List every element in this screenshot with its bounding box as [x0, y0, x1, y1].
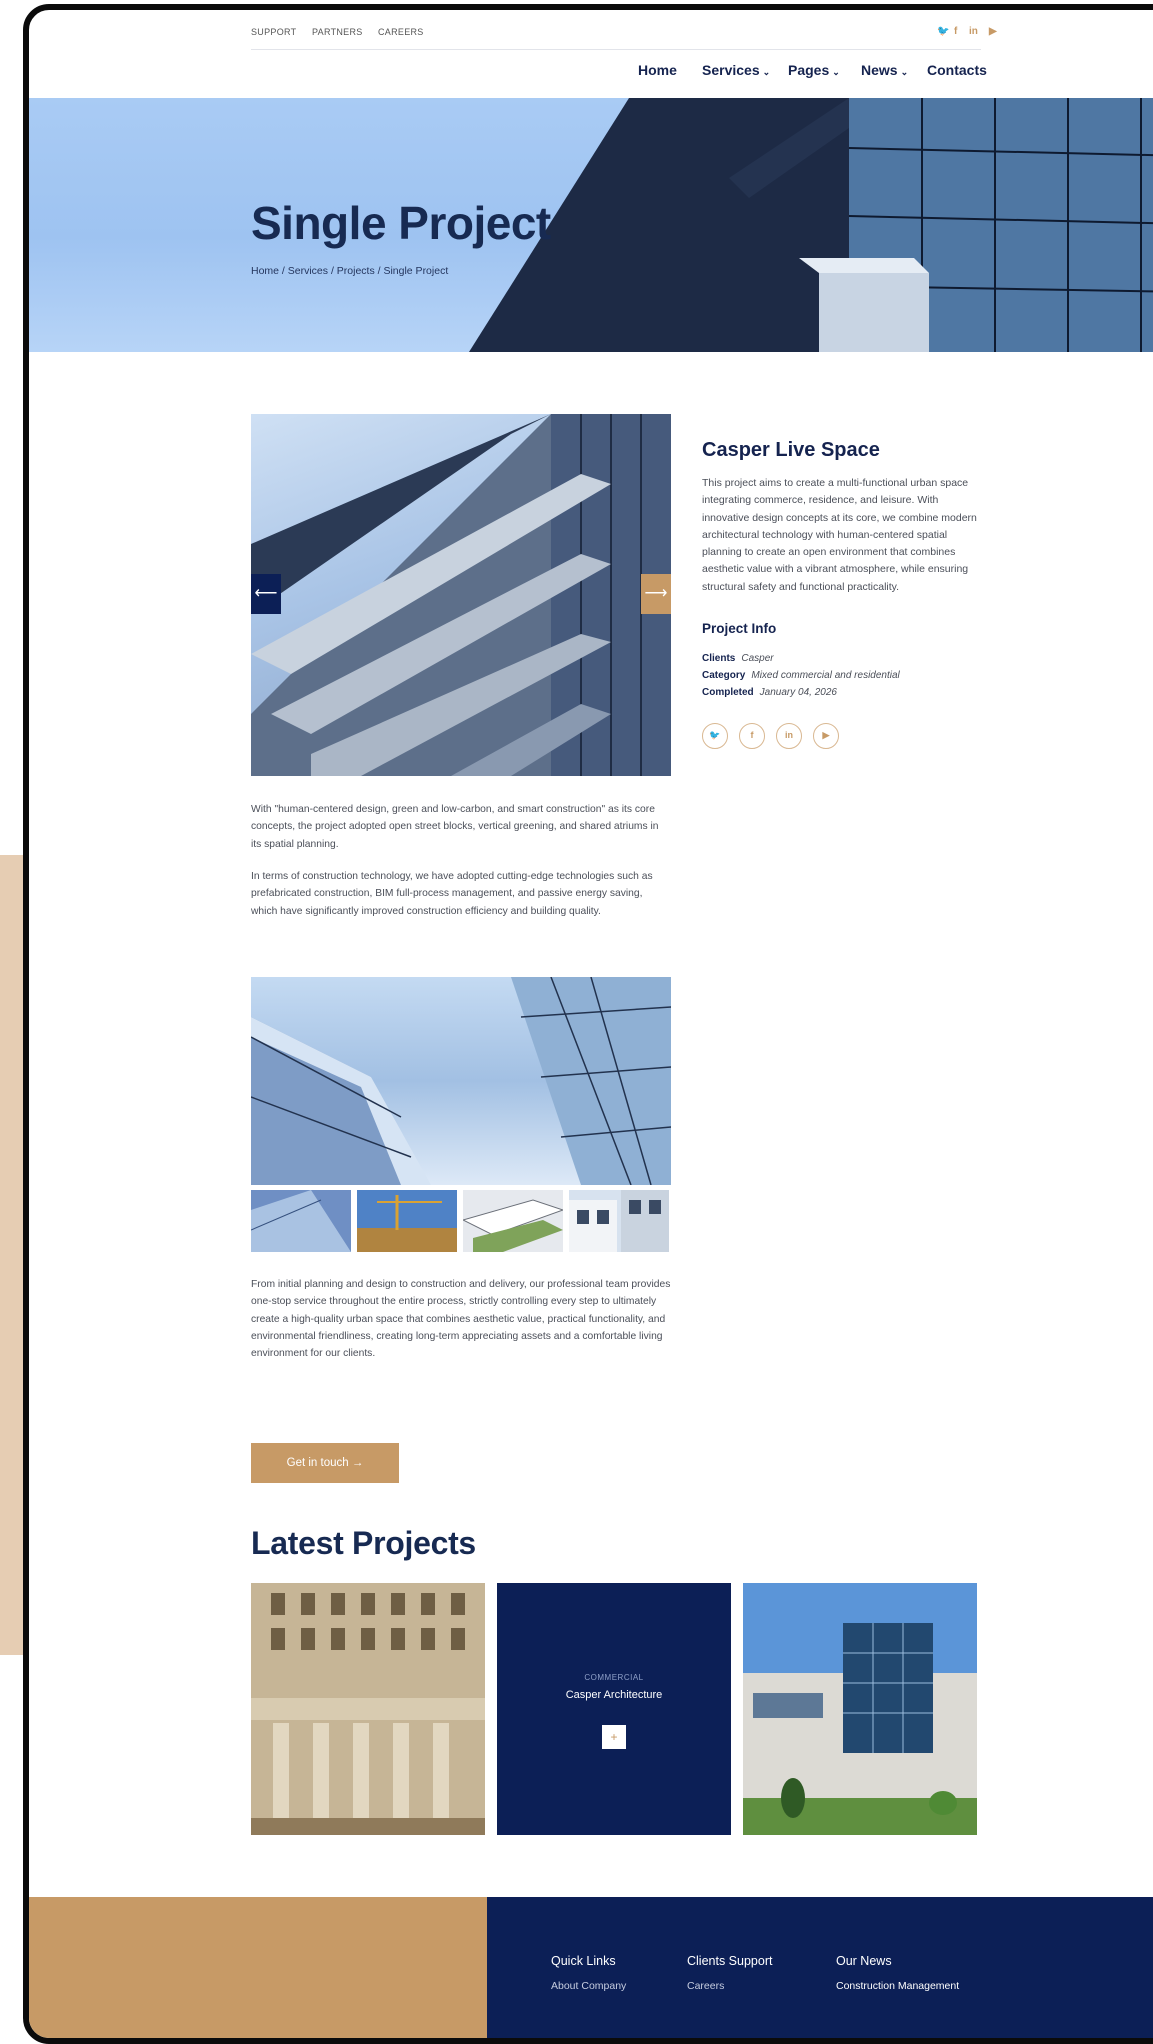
twitter-icon[interactable]: 🐦 [937, 26, 949, 37]
project-title: Casper Live Space [702, 439, 880, 461]
nav-news[interactable]: News ⌄ [861, 62, 908, 78]
gallery-thumb-4[interactable] [569, 1190, 669, 1252]
thumb-image [357, 1195, 457, 1252]
nav-services-label: Services [702, 62, 760, 78]
project-description: This project aims to create a multi-func… [702, 477, 977, 593]
nav-news-label: News [861, 62, 898, 78]
thumb-image [463, 1199, 563, 1252]
youtube-icon[interactable]: ▶ [989, 26, 997, 37]
gallery-thumb-1[interactable] [251, 1190, 351, 1252]
info-label: Completed [702, 687, 754, 698]
courthouse-image [251, 1583, 485, 1835]
office-building-image [743, 1583, 977, 1835]
arrow-left-icon: ⟵ [254, 585, 278, 602]
top-bar: SUPPORT PARTNERS CAREERS 🐦 f in ▶ [251, 16, 997, 50]
info-row-clients: Clients Casper [702, 653, 774, 664]
footer-accent-panel [29, 1897, 487, 2038]
facebook-icon[interactable]: f [739, 723, 765, 749]
content-paragraph-1: With "human-centered design, green and l… [251, 804, 659, 850]
nav-pages[interactable]: Pages ⌄ [788, 62, 840, 78]
info-value: January 04, 2026 [759, 687, 837, 698]
nav-pages-label: Pages [788, 62, 830, 78]
footer-clients-support-title: Clients Support [687, 1954, 773, 1968]
footer-news-link[interactable]: Construction Management [836, 1980, 959, 1992]
project-gallery-main [251, 414, 671, 776]
gallery-thumb-3[interactable] [463, 1190, 563, 1252]
card-title: Casper Architecture [565, 1689, 663, 1701]
hero-banner: Single Project Home / Services / Project… [29, 98, 1153, 352]
info-row-category: Category Mixed commercial and residential [702, 670, 900, 681]
nav-contacts[interactable]: Contacts [927, 62, 987, 78]
support-link[interactable]: SUPPORT [251, 27, 296, 37]
twitter-icon[interactable]: 🐦 [702, 723, 728, 749]
linkedin-icon[interactable]: in [776, 723, 802, 749]
info-label: Clients [702, 653, 736, 664]
info-label: Category [702, 670, 746, 681]
partners-link[interactable]: PARTNERS [312, 27, 363, 37]
gallery-thumb-2[interactable] [357, 1190, 457, 1252]
thumb-image [569, 1190, 669, 1252]
nav-home[interactable]: Home [638, 62, 677, 78]
info-row-completed: Completed January 04, 2026 [702, 687, 837, 698]
footer-quick-links-title: Quick Links [551, 1954, 616, 1968]
linkedin-icon[interactable]: in [969, 26, 978, 37]
info-value: Casper [741, 653, 774, 664]
content-paragraph-2: In terms of construction technology, we … [251, 871, 653, 917]
facebook-icon[interactable]: f [954, 26, 957, 37]
project-card-2[interactable]: COMMERCIAL Casper Architecture + [497, 1583, 731, 1835]
chevron-down-icon: ⌄ [762, 67, 771, 77]
device-frame: SUPPORT PARTNERS CAREERS 🐦 f in ▶ Home S… [23, 4, 1153, 2044]
chevron-down-icon: ⌄ [900, 67, 909, 77]
nav-services[interactable]: Services ⌄ [702, 62, 770, 78]
info-value: Mixed commercial and residential [751, 670, 900, 681]
plus-icon[interactable]: + [602, 1725, 626, 1749]
footer-our-news-title: Our News [836, 1954, 892, 1968]
footer-link-about-company[interactable]: About Company [551, 1980, 626, 1992]
gallery-building-image [251, 414, 671, 776]
content-paragraph-3: From initial planning and design to cons… [251, 1279, 671, 1360]
footer-link-careers[interactable]: Careers [687, 1980, 724, 1992]
project-card-3[interactable] [743, 1583, 977, 1835]
youtube-icon[interactable]: ▶ [813, 723, 839, 749]
gallery-prev-button[interactable]: ⟵ [251, 574, 281, 614]
glass-tower-image [251, 977, 671, 1185]
nav-contacts-label: Contacts [927, 62, 987, 78]
gallery-next-button[interactable]: ⟶ [641, 574, 671, 614]
hero-building-image [469, 98, 1153, 352]
page-title: Single Project [251, 197, 551, 249]
get-in-touch-button[interactable]: Get in touch → [251, 1443, 399, 1483]
card-category: COMMERCIAL [584, 1673, 644, 1682]
project-gallery-secondary [251, 977, 671, 1185]
careers-link[interactable]: CAREERS [378, 27, 424, 37]
thumb-image [251, 1190, 351, 1252]
project-card-1[interactable] [251, 1583, 485, 1835]
page-backdrop [0, 855, 24, 1655]
project-info-title: Project Info [702, 621, 777, 636]
footer-links-panel [487, 1897, 1153, 2038]
arrow-right-icon: ⟶ [644, 585, 668, 602]
latest-projects-title: Latest Projects [251, 1525, 476, 1561]
chevron-down-icon: ⌄ [832, 67, 840, 77]
breadcrumb[interactable]: Home / Services / Projects / Single Proj… [251, 265, 448, 277]
nav-home-label: Home [638, 62, 677, 78]
